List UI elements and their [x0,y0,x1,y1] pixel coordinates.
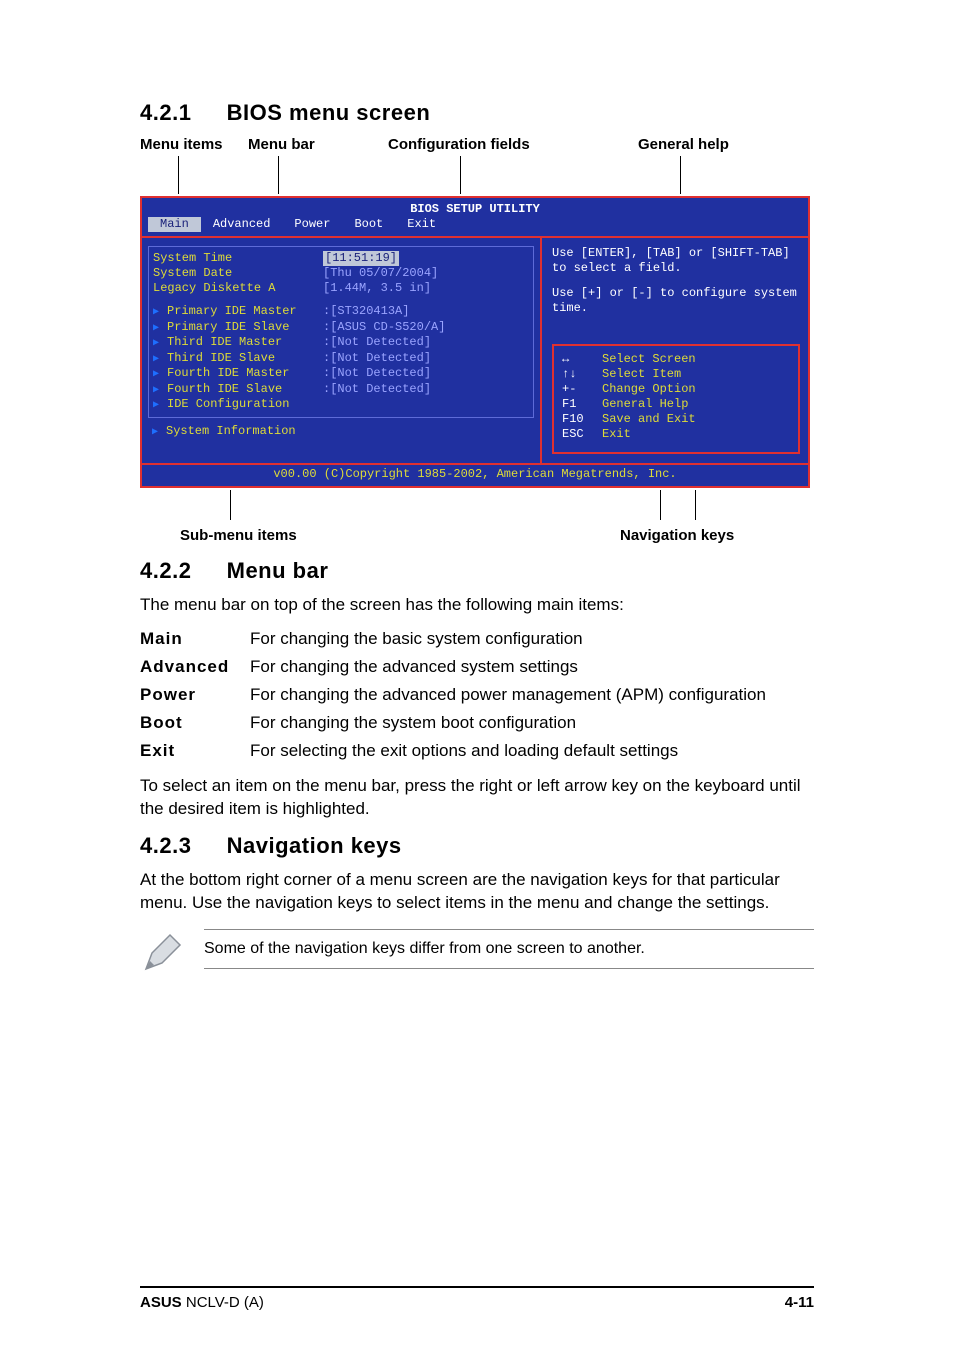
callout-submenu-items: Sub-menu items [180,527,297,544]
menu-desc: For selecting the exit options and loadi… [250,737,774,765]
menu-bar-intro: The menu bar on top of the screen has th… [140,594,814,617]
bios-tab-boot[interactable]: Boot [342,217,395,232]
navkeys-paragraph: At the bottom right corner of a menu scr… [140,869,814,915]
menu-term: Main [140,625,250,653]
section-number-3: 4.2.3 [140,833,220,859]
nav-key: ↑↓ [562,367,602,382]
submenu-arrow-icon [152,424,166,440]
section-number-2: 4.2.2 [140,558,220,584]
submenu-arrow-icon [153,351,167,367]
bios-field-value[interactable]: [11:51:19] [323,251,399,266]
callouts-top: Menu items Menu bar Configuration fields… [140,136,814,196]
submenu-arrow-icon [153,320,167,336]
footer-brand: ASUS [140,1294,182,1311]
bios-field-label[interactable]: Fourth IDE Master [167,366,323,382]
section-number-1: 4.2.1 [140,100,220,126]
nav-key-label: Select Screen [602,352,696,367]
menu-bar-table: MainFor changing the basic system config… [140,625,774,765]
menu-desc: For changing the system boot configurati… [250,709,774,737]
nav-key: F1 [562,397,602,412]
bios-help-text: Use [+] or [-] to configure system time. [552,286,800,316]
menu-desc: For changing the advanced system setting… [250,653,774,681]
bios-tab-main[interactable]: Main [148,217,201,232]
table-row: BootFor changing the system boot configu… [140,709,774,737]
callout-config-fields: Configuration fields [388,136,530,153]
bios-field-label[interactable]: Third IDE Slave [167,351,323,367]
bios-copyright: v00.00 (C)Copyright 1985-2002, American … [142,463,808,486]
menu-desc: For changing the advanced power manageme… [250,681,774,709]
nav-key: +- [562,382,602,397]
bios-field-label[interactable]: Third IDE Master [167,335,323,351]
bios-field-value[interactable]: [Thu 05/07/2004] [323,266,438,281]
bios-right-panel: Use [ENTER], [TAB] or [SHIFT-TAB] to sel… [542,238,808,463]
section-title-2: Menu bar [227,558,329,583]
bios-field-label[interactable]: System Date [153,266,323,281]
bios-field-label[interactable]: Primary IDE Master [167,304,323,320]
menu-term: Boot [140,709,250,737]
nav-key: ESC [562,427,602,442]
bios-field-value[interactable]: [Not Detected] [330,351,431,367]
nav-key-label: Change Option [602,382,696,397]
bios-screenshot: BIOS SETUP UTILITY Main Advanced Power B… [140,196,810,488]
bios-tab-power[interactable]: Power [282,217,342,232]
submenu-arrow-icon [153,366,167,382]
bios-field-value[interactable]: [ST320413A] [330,304,409,320]
menu-term: Exit [140,737,250,765]
footer-model: NCLV-D (A) [182,1294,264,1311]
bios-left-panel: System Time[11:51:19] System Date[Thu 05… [142,238,542,463]
submenu-arrow-icon [153,382,167,398]
menu-desc: For changing the basic system configurat… [250,625,774,653]
nav-key: F10 [562,412,602,427]
section-heading-2: 4.2.2 Menu bar [140,558,814,584]
pencil-note-icon [140,929,186,975]
callout-nav-keys: Navigation keys [620,527,734,544]
section-heading-1: 4.2.1 BIOS menu screen [140,100,814,126]
page-number: 4-11 [785,1294,814,1311]
page-footer: ASUS NCLV-D (A) 4-11 [140,1286,814,1311]
menu-term: Advanced [140,653,250,681]
nav-key: ↔ [562,352,602,367]
bios-field-label[interactable]: Fourth IDE Slave [167,382,323,398]
table-row: PowerFor changing the advanced power man… [140,681,774,709]
table-row: MainFor changing the basic system config… [140,625,774,653]
submenu-arrow-icon [153,397,167,413]
submenu-arrow-icon [153,335,167,351]
table-row: AdvancedFor changing the advanced system… [140,653,774,681]
bios-field-value[interactable]: [Not Detected] [330,335,431,351]
nav-key-label: General Help [602,397,688,412]
bios-tab-advanced[interactable]: Advanced [201,217,283,232]
note-text: Some of the navigation keys differ from … [204,929,814,969]
submenu-arrow-icon [153,304,167,320]
section-title-1: BIOS menu screen [227,100,431,125]
bios-field-label[interactable]: IDE Configuration [167,397,323,413]
callout-menu-bar: Menu bar [248,136,315,153]
bios-help-text: Use [ENTER], [TAB] or [SHIFT-TAB] to sel… [552,246,800,276]
nav-key-label: Select Item [602,367,681,382]
bios-field-value[interactable]: [ASUS CD-S520/A] [330,320,445,336]
bios-field-value[interactable]: [Not Detected] [330,382,431,398]
section-title-3: Navigation keys [227,833,402,858]
menu-term: Power [140,681,250,709]
bios-tab-exit[interactable]: Exit [395,217,448,232]
section-heading-3: 4.2.3 Navigation keys [140,833,814,859]
callouts-bottom: Sub-menu items Navigation keys [140,488,814,544]
bios-nav-box: ↔Select Screen ↑↓Select Item +-Change Op… [552,344,800,454]
bios-field-label[interactable]: System Time [153,251,323,266]
nav-key-label: Save and Exit [602,412,696,427]
bios-field-value[interactable]: [1.44M, 3.5 in] [323,281,431,296]
nav-key-label: Exit [602,427,631,442]
bios-field-label[interactable]: Legacy Diskette A [153,281,323,296]
callout-menu-items: Menu items [140,136,223,153]
menu-bar-outro: To select an item on the menu bar, press… [140,775,814,821]
bios-title: BIOS SETUP UTILITY [142,198,808,217]
callout-general-help: General help [638,136,729,153]
bios-menubar: Main Advanced Power Boot Exit [142,217,808,236]
note-block: Some of the navigation keys differ from … [140,929,814,975]
table-row: ExitFor selecting the exit options and l… [140,737,774,765]
bios-field-label[interactable]: Primary IDE Slave [167,320,323,336]
bios-field-label[interactable]: System Information [166,424,336,440]
bios-field-value[interactable]: [Not Detected] [330,366,431,382]
